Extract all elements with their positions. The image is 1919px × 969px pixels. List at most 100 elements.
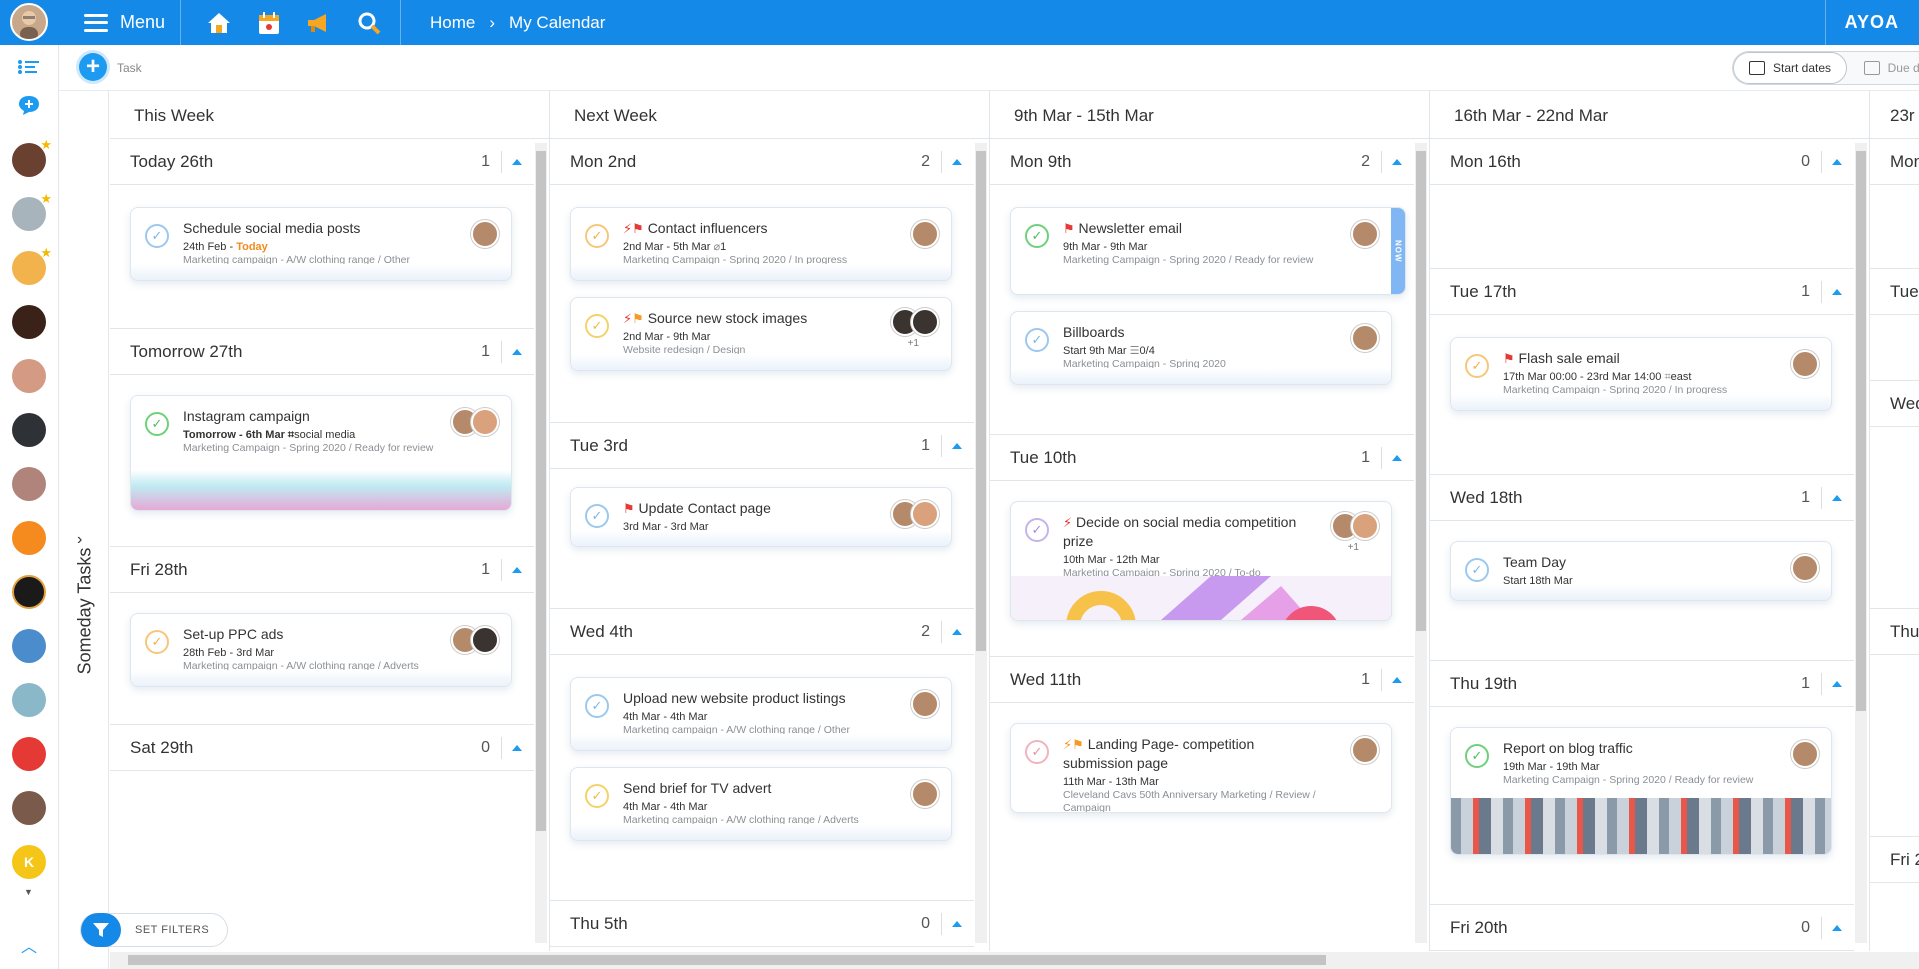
vertical-scrollbar[interactable]	[1855, 143, 1867, 943]
horizontal-scrollbar[interactable]	[110, 952, 1919, 969]
task-card[interactable]: ✓ ⚑ Update Contact page 3rd Mar - 3rd Ma…	[570, 487, 952, 547]
collapse-arrow-icon[interactable]	[1832, 159, 1842, 165]
assignee-avatar[interactable]	[1791, 554, 1819, 582]
team-avatar[interactable]	[12, 629, 46, 663]
check-icon[interactable]: ✓	[145, 630, 169, 654]
assignee-avatar[interactable]	[911, 690, 939, 718]
task-card[interactable]: ✓ Report on blog traffic 19th Mar - 19th…	[1450, 727, 1832, 855]
start-dates-button[interactable]: Start dates	[1733, 52, 1847, 84]
check-icon[interactable]: ✓	[1025, 224, 1049, 248]
avatar[interactable]: ★	[12, 137, 52, 177]
check-icon[interactable]: ✓	[585, 314, 609, 338]
due-dates-button[interactable]: Due dates	[1847, 52, 1919, 84]
task-card[interactable]: ✓ Upload new website product listings 4t…	[570, 677, 952, 751]
collapse-arrow-icon[interactable]	[952, 159, 962, 165]
check-icon[interactable]: ✓	[585, 694, 609, 718]
calendar-icon[interactable]	[255, 9, 283, 37]
check-icon[interactable]: ✓	[1025, 518, 1049, 542]
collapse-arrow-icon[interactable]	[1832, 925, 1842, 931]
task-card[interactable]: ✓ ⚡ Decide on social media competition p…	[1010, 501, 1392, 621]
add-task-button[interactable]: +	[79, 53, 107, 81]
day-section: Fri 28th 1 ✓ Set-up PPC ads 28th Feb - 3r…	[110, 547, 534, 725]
collapse-arrow-icon[interactable]	[512, 349, 522, 355]
vertical-scrollbar[interactable]	[535, 143, 547, 943]
check-icon[interactable]: ✓	[585, 504, 609, 528]
assignee-avatar[interactable]	[1351, 512, 1379, 540]
team-avatar[interactable]	[12, 521, 46, 555]
check-icon[interactable]: ✓	[1465, 744, 1489, 768]
check-icon[interactable]: ✓	[145, 412, 169, 436]
task-card[interactable]: ✓ ⚡⚑ Landing Page- competition submissio…	[1010, 723, 1392, 813]
task-card[interactable]: ✓ Set-up PPC ads 28th Feb - 3rd Mar Mark…	[130, 613, 512, 687]
task-card[interactable]: ✓ Send brief for TV advert 4th Mar - 4th…	[570, 767, 952, 841]
avatar[interactable]	[12, 359, 46, 393]
day-count: 2	[921, 623, 930, 640]
search-icon[interactable]	[355, 9, 383, 37]
task-card[interactable]: ✓ Billboards Start 9th Mar ☰0/4 Marketin…	[1010, 311, 1392, 385]
assignee-avatar[interactable]	[911, 780, 939, 808]
collapse-arrow-icon[interactable]	[1392, 455, 1402, 461]
megaphone-icon[interactable]	[305, 9, 333, 37]
collapse-arrow-icon[interactable]	[512, 745, 522, 751]
check-icon[interactable]: ✓	[585, 784, 609, 808]
week-column: 9th Mar - 15th Mar Mon 9th 2 ✓ ⚑ Newslett…	[990, 91, 1430, 951]
collapse-arrow-icon[interactable]	[952, 629, 962, 635]
assignee-avatar[interactable]	[471, 408, 499, 436]
team-avatar[interactable]	[12, 737, 46, 771]
avatar[interactable]	[12, 305, 46, 339]
check-icon[interactable]: ✓	[1465, 558, 1489, 582]
collapse-arrow-icon[interactable]	[952, 443, 962, 449]
team-avatar[interactable]	[12, 791, 46, 825]
check-icon[interactable]: ✓	[1465, 354, 1489, 378]
breadcrumb-home[interactable]: Home	[430, 13, 475, 33]
assignee-avatar[interactable]	[1351, 736, 1379, 764]
assignee-avatar[interactable]	[1351, 324, 1379, 352]
collapse-arrow-icon[interactable]	[512, 159, 522, 165]
chevron-up-icon[interactable]: ︿	[21, 933, 37, 957]
check-icon[interactable]: ✓	[1025, 740, 1049, 764]
avatar[interactable]	[12, 575, 46, 609]
check-icon[interactable]: ✓	[145, 224, 169, 248]
collapse-arrow-icon[interactable]	[512, 567, 522, 573]
assignee-avatar[interactable]	[471, 220, 499, 248]
task-card[interactable]: ✓ Schedule social media posts 24th Feb -…	[130, 207, 512, 281]
home-icon[interactable]	[205, 9, 233, 37]
avatar[interactable]	[12, 413, 46, 447]
collapse-arrow-icon[interactable]	[1392, 677, 1402, 683]
check-icon[interactable]: ✓	[1025, 328, 1049, 352]
assignee-avatar[interactable]	[911, 308, 939, 336]
task-card[interactable]: ✓ Team Day Start 18th Mar	[1450, 541, 1832, 601]
task-card[interactable]: ✓ ⚡⚑ Contact influencers 2nd Mar - 5th M…	[570, 207, 952, 281]
vertical-scrollbar[interactable]	[1415, 143, 1427, 943]
avatar[interactable]: ★	[12, 191, 52, 231]
user-initial-avatar[interactable]: K	[12, 845, 46, 879]
collapse-arrow-icon[interactable]	[952, 921, 962, 927]
set-filters-button[interactable]: SET FILTERS	[80, 913, 229, 947]
avatar[interactable]	[12, 467, 46, 501]
chevron-down-icon[interactable]: ▼	[24, 887, 33, 897]
profile-avatar[interactable]	[10, 3, 48, 41]
menu-button[interactable]: Menu	[84, 0, 165, 45]
task-card[interactable]: ✓ ⚑ Flash sale email 17th Mar 00:00 - 23…	[1450, 337, 1832, 411]
assignee-avatar[interactable]	[911, 500, 939, 528]
task-card[interactable]: ✓ ⚑ Newsletter email 9th Mar - 9th Mar M…	[1010, 207, 1406, 295]
collapse-arrow-icon[interactable]	[1832, 289, 1842, 295]
assignee-avatar[interactable]	[1791, 350, 1819, 378]
collapse-arrow-icon[interactable]	[1832, 495, 1842, 501]
vertical-scrollbar[interactable]	[975, 143, 987, 943]
chat-icon[interactable]	[12, 93, 46, 117]
check-icon[interactable]: ✓	[585, 224, 609, 248]
task-card[interactable]: ✓ Instagram campaign Tomorrow - 6th Mar …	[130, 395, 512, 511]
collapse-arrow-icon[interactable]	[1392, 159, 1402, 165]
assignee-avatar[interactable]	[911, 220, 939, 248]
assignee-avatar[interactable]	[471, 626, 499, 654]
team-avatar[interactable]: ★	[12, 245, 52, 285]
task-card[interactable]: ✓ ⚡⚑ Source new stock images 2nd Mar - 9…	[570, 297, 952, 371]
team-avatar[interactable]	[12, 683, 46, 717]
assignee-avatar[interactable]	[1351, 220, 1379, 248]
collapse-arrow-icon[interactable]	[1832, 681, 1842, 687]
task-dates: 17th Mar 00:00 - 23rd Mar 14:00 ⌗east	[1503, 371, 1692, 383]
someday-tasks-panel[interactable]: › Someday Tasks	[59, 91, 109, 969]
task-list-icon[interactable]	[12, 55, 46, 79]
assignee-avatar[interactable]	[1791, 740, 1819, 768]
